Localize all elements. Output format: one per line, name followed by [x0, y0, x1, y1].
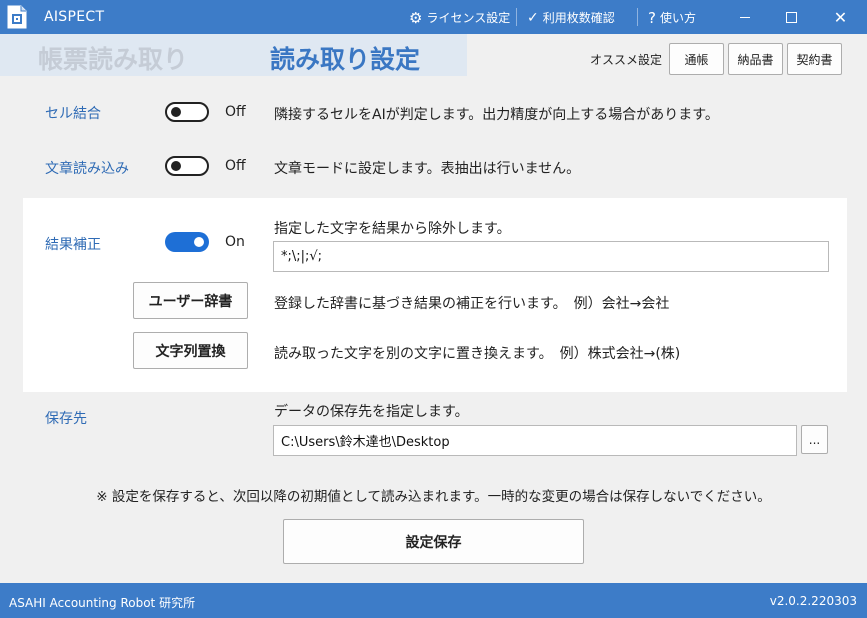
close-button[interactable]: ✕ [814, 0, 867, 34]
company-label: ASAHI Accounting Robot 研究所 [9, 596, 196, 610]
license-settings-link[interactable]: ⚙ ライセンス設定 [409, 9, 510, 26]
app-logo-icon [7, 5, 27, 29]
preset-delivery-note-button[interactable]: 納品書 [728, 43, 783, 75]
toggle-knob [194, 237, 204, 247]
cell-merge-label: セル結合 [45, 106, 101, 122]
tab-read-settings[interactable]: 読み取り設定 [270, 40, 420, 76]
help-link[interactable]: ? 使い方 [648, 9, 696, 26]
app-window: AISPECT ⚙ ライセンス設定 ✓ 利用枚数確認 ? 使い方 ✕ 帳票読み取… [0, 0, 867, 618]
save-path-input[interactable]: C:\Users\鈴木達也\Desktop [273, 425, 797, 456]
toggle-knob [171, 161, 181, 171]
save-note: ※ 設定を保存すると、次回以降の初期値として読み込まれます。一時的な変更の場合は… [96, 489, 771, 505]
divider [516, 8, 517, 26]
text-read-description: 文章モードに設定します。表抽出は行いません。 [274, 161, 581, 177]
correction-description: 指定した文字を結果から除外します。 [274, 221, 511, 237]
help-label: 使い方 [659, 11, 696, 25]
text-read-state: Off [225, 158, 246, 174]
license-settings-label: ライセンス設定 [426, 11, 511, 25]
title-bar: AISPECT ⚙ ライセンス設定 ✓ 利用枚数確認 ? 使い方 ✕ [0, 0, 867, 34]
status-bar: ASAHI Accounting Robot 研究所 v2.0.2.220303 [0, 583, 867, 618]
divider [637, 8, 638, 26]
cell-merge-state: Off [225, 104, 246, 120]
version-label: v2.0.2.220303 [769, 594, 857, 608]
dictionary-description: 登録した辞書に基づき結果の補正を行います。 例）会社→会社 [274, 296, 670, 312]
correction-label: 結果補正 [45, 237, 101, 253]
maximize-icon [785, 11, 797, 23]
text-read-label: 文章読み込み [45, 161, 129, 177]
save-destination-label: 保存先 [45, 411, 87, 427]
replace-description: 読み取った文字を別の文字に置き換えます。 例）株式会社→(株) [274, 346, 681, 362]
cell-merge-toggle[interactable] [165, 102, 209, 122]
maximize-button[interactable] [768, 0, 814, 34]
exclude-characters-input[interactable]: *;\;|;√; [273, 241, 829, 272]
save-settings-button[interactable]: 設定保存 [283, 519, 584, 564]
save-destination-description: データの保存先を指定します。 [274, 404, 469, 420]
question-icon: ? [648, 8, 656, 27]
correction-toggle[interactable] [165, 232, 209, 252]
user-dictionary-button[interactable]: ユーザー辞書 [133, 282, 248, 319]
checkmark-icon: ✓ [527, 9, 539, 26]
preset-contract-button[interactable]: 契約書 [787, 43, 842, 75]
usage-check-link[interactable]: ✓ 利用枚数確認 [527, 9, 615, 26]
close-icon: ✕ [833, 7, 848, 27]
text-read-toggle[interactable] [165, 156, 209, 176]
browse-folder-button[interactable]: ... [801, 425, 828, 454]
preset-passbook-button[interactable]: 通帳 [669, 43, 724, 75]
cell-merge-description: 隣接するセルをAIが判定します。出力精度が向上する場合があります。 [274, 107, 719, 123]
toggle-knob [171, 107, 181, 117]
minimize-icon [740, 16, 750, 18]
recommended-settings-label: オススメ設定 [590, 53, 663, 67]
gear-icon: ⚙ [409, 8, 423, 27]
window-title: AISPECT [44, 9, 105, 25]
usage-check-label: 利用枚数確認 [542, 11, 615, 25]
string-replace-button[interactable]: 文字列置換 [133, 332, 248, 369]
minimize-button[interactable] [722, 0, 768, 34]
correction-state: On [225, 234, 245, 250]
tab-form-reading[interactable]: 帳票読み取り [38, 40, 188, 76]
